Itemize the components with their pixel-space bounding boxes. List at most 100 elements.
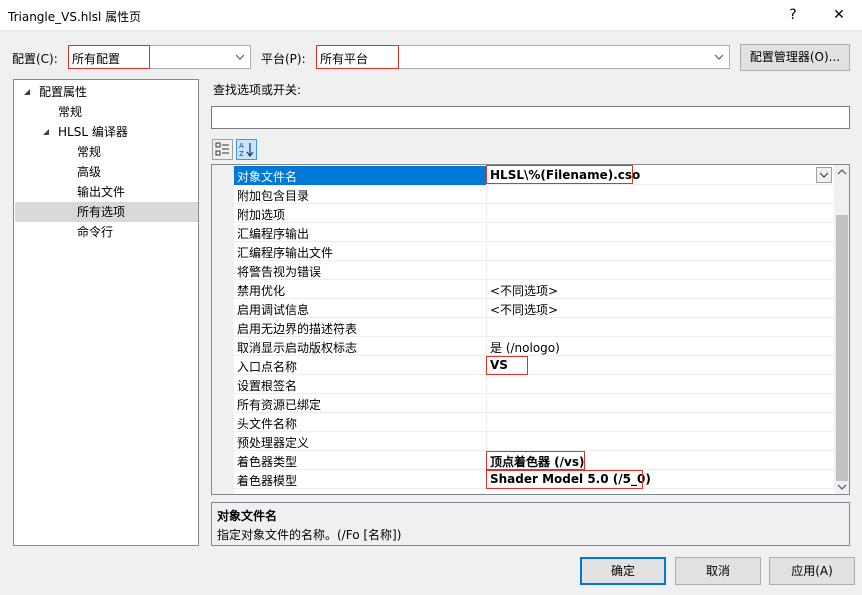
property-row[interactable]: 启用无边界的描述符表	[234, 318, 834, 337]
property-name: 着色器类型	[237, 455, 298, 469]
ok-button[interactable]: 确定	[580, 557, 666, 585]
config-highlight-box	[68, 45, 150, 69]
property-value[interactable]: <不同选项>	[490, 282, 558, 299]
column-separator	[486, 318, 487, 337]
column-separator	[486, 204, 487, 223]
tree-item-label: HLSL 编译器	[58, 125, 128, 139]
property-name: 启用无边界的描述符表	[237, 322, 358, 336]
expanded-triangle-icon[interactable]	[22, 87, 32, 97]
scroll-thumb[interactable]	[836, 215, 848, 481]
property-row[interactable]: 将警告视为错误	[234, 261, 834, 280]
tree-item-label: 高级	[77, 165, 102, 179]
column-separator	[486, 280, 487, 299]
value-highlight-box	[486, 165, 633, 184]
close-button[interactable]: ✕	[816, 0, 862, 31]
property-row[interactable]: 禁用优化 <不同选项>	[234, 280, 834, 299]
column-separator	[486, 261, 487, 280]
window-title: Triangle_VS.hlsl 属性页	[8, 10, 142, 24]
description-panel: 对象文件名 指定对象文件的名称。(/Fo [名称])	[211, 502, 850, 546]
column-separator	[486, 394, 487, 413]
property-tree: 配置属性 常规 HLSL 编译器 常规 高级 输出文件 所有选项 命令行	[13, 79, 199, 546]
property-row-entry-point[interactable]: 入口点名称 VS	[234, 356, 834, 375]
column-separator	[486, 299, 487, 318]
description-text: 指定对象文件的名称。(/Fo [名称])	[217, 528, 402, 542]
column-separator	[486, 337, 487, 356]
property-name: 汇编程序输出	[237, 227, 310, 241]
cancel-button[interactable]: 取消	[675, 557, 761, 585]
config-label: 配置(C):	[12, 52, 58, 66]
value-highlight-box	[486, 470, 643, 489]
property-name: 所有资源已绑定	[237, 398, 322, 412]
tree-item-label: 常规	[77, 145, 102, 159]
property-row[interactable]: 汇编程序输出文件	[234, 242, 834, 261]
property-dropdown-button[interactable]	[816, 167, 832, 183]
tree-item-output-files[interactable]: 输出文件	[77, 182, 125, 202]
property-row[interactable]: 预处理器定义	[234, 432, 834, 451]
column-separator	[486, 413, 487, 432]
column-separator	[486, 185, 487, 204]
svg-text:A: A	[239, 142, 244, 150]
chevron-down-icon	[819, 172, 829, 178]
tree-item-hlsl-general[interactable]: 常规	[77, 142, 101, 162]
apply-button[interactable]: 应用(A)	[769, 557, 855, 585]
property-row[interactable]: 附加包含目录	[234, 185, 834, 204]
property-name: 预处理器定义	[237, 436, 310, 450]
value-highlight-box	[486, 451, 585, 470]
tree-item-label: 命令行	[77, 225, 114, 239]
sort-az-icon: A Z	[239, 142, 254, 158]
property-name: 着色器模型	[237, 474, 298, 488]
column-separator	[486, 242, 487, 261]
property-name: 汇编程序输出文件	[237, 246, 334, 260]
tree-item-general[interactable]: 常规	[58, 102, 82, 122]
grid-gutter	[212, 165, 234, 494]
property-row[interactable]: 所有资源已绑定	[234, 394, 834, 413]
description-title: 对象文件名	[217, 509, 278, 523]
svg-text:Z: Z	[239, 150, 244, 158]
tree-item-advanced[interactable]: 高级	[77, 162, 101, 182]
property-value[interactable]: 是 (/nologo)	[490, 339, 560, 356]
property-name: 取消显示启动版权标志	[237, 341, 358, 355]
chevron-down-icon	[235, 54, 245, 60]
categorized-icon	[215, 142, 229, 156]
property-name: 将警告视为错误	[237, 265, 322, 279]
config-manager-button[interactable]: 配置管理器(O)...	[740, 44, 850, 71]
tree-item-label: 所有选项	[77, 205, 126, 219]
tree-item-label: 常规	[58, 105, 83, 119]
property-name: 禁用优化	[237, 284, 286, 298]
property-grid: 对象文件名 HLSL\%(Filename).cso 附加包含目录 附加选项 汇…	[211, 164, 850, 495]
close-icon: ✕	[833, 7, 845, 23]
property-name: 头文件名称	[237, 417, 298, 431]
property-value[interactable]: <不同选项>	[490, 301, 558, 318]
property-row[interactable]: 启用调试信息 <不同选项>	[234, 299, 834, 318]
property-row[interactable]: 取消显示启动版权标志 是 (/nologo)	[234, 337, 834, 356]
categorized-button[interactable]	[212, 139, 233, 160]
property-name: 附加选项	[237, 208, 286, 222]
property-name: 设置根签名	[237, 379, 298, 393]
value-highlight-box	[486, 356, 528, 375]
property-name: 启用调试信息	[237, 303, 310, 317]
scroll-up-icon[interactable]	[837, 168, 847, 176]
scroll-down-icon[interactable]	[837, 483, 847, 491]
tree-item-command-line[interactable]: 命令行	[77, 222, 113, 242]
alphabetical-sort-button[interactable]: A Z	[236, 139, 257, 160]
property-row[interactable]: 附加选项	[234, 204, 834, 223]
tree-item-all-options[interactable]: 所有选项	[15, 202, 198, 222]
chevron-down-icon	[714, 54, 724, 60]
column-separator	[486, 432, 487, 451]
tree-item-label: 输出文件	[77, 185, 126, 199]
help-button[interactable]: ?	[770, 0, 816, 31]
search-label: 查找选项或开关:	[213, 83, 302, 97]
property-row[interactable]: 汇编程序输出	[234, 223, 834, 242]
expanded-triangle-icon[interactable]	[41, 127, 51, 137]
tree-item-label: 配置属性	[39, 85, 88, 99]
search-input[interactable]	[211, 106, 850, 129]
column-separator	[486, 375, 487, 394]
column-separator	[486, 223, 487, 242]
property-name: 入口点名称	[237, 360, 298, 374]
property-row[interactable]: 头文件名称	[234, 413, 834, 432]
property-name: 对象文件名	[237, 170, 298, 184]
title-bar: Triangle_VS.hlsl 属性页 ? ✕	[0, 0, 862, 31]
grid-scrollbar[interactable]	[834, 165, 849, 494]
platform-highlight-box	[316, 45, 399, 69]
property-row[interactable]: 设置根签名	[234, 375, 834, 394]
